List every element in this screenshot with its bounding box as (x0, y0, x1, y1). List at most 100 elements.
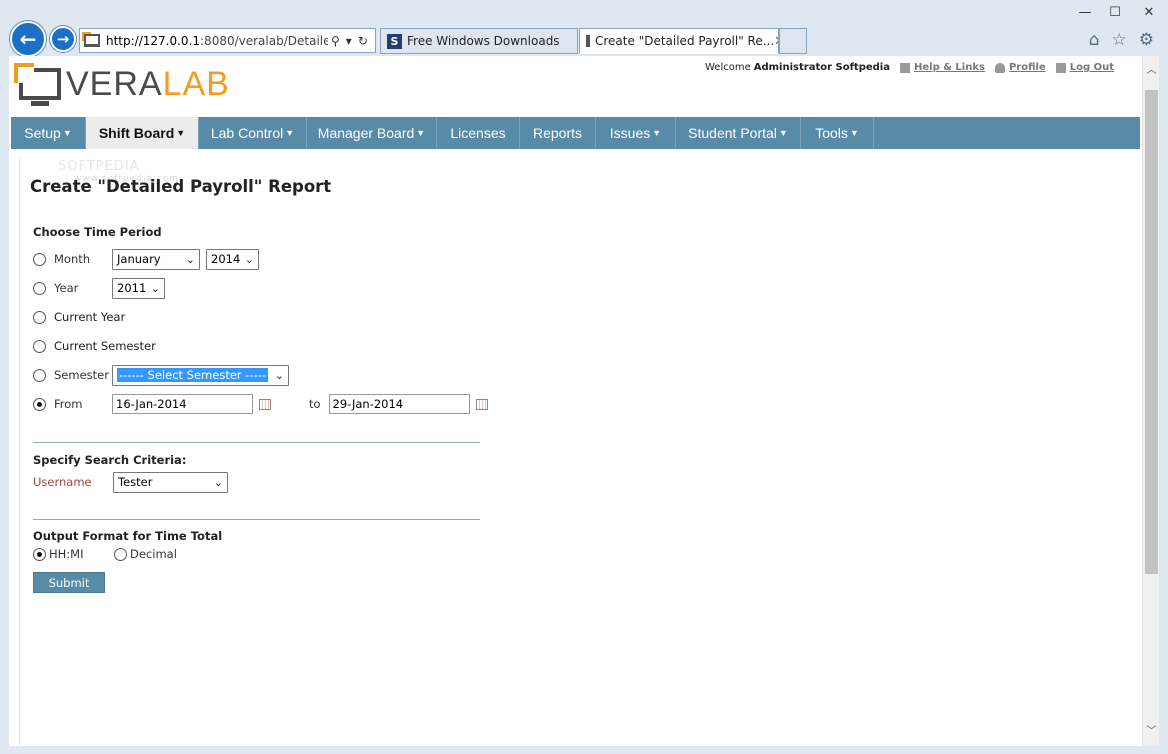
address-bar[interactable]: http://127.0.0.1:8080/veralab/DetailedPa… (79, 28, 376, 53)
period-heading: Choose Time Period (33, 225, 162, 239)
caret-down-icon: ▼ (652, 128, 662, 138)
forward-button[interactable]: → (50, 26, 76, 52)
nav-student-portal[interactable]: Student Portal ▼ (676, 117, 801, 149)
current-year-row: Current Year (33, 306, 125, 328)
current-year-radio[interactable] (33, 310, 46, 324)
page-title: Create "Detailed Payroll" Report (30, 177, 332, 196)
decimal-radio[interactable] (114, 547, 127, 561)
current-year-label: Current Year (54, 310, 126, 324)
search-icon[interactable]: ⚲ (331, 34, 340, 48)
current-semester-radio[interactable] (33, 339, 46, 353)
help-links-link[interactable]: Help & Links (899, 62, 985, 73)
main-nav: Setup ▼ Shift Board ▼ Lab Control ▼ Manager… (11, 117, 1140, 149)
month-year-select[interactable]: 2014 ⌄ (206, 248, 259, 270)
month-select[interactable]: January ⌄ (112, 248, 200, 270)
year-row: Year 2011 ⌄ (33, 277, 165, 299)
page-viewport: VERALAB Welcome Administrator Softpedia … (9, 56, 1159, 746)
submit-button[interactable]: Submit (33, 572, 105, 593)
calendar-icon[interactable] (259, 398, 271, 410)
semester-row: Semester ------ Select Semester ----- ⌄ (33, 364, 289, 386)
logout-icon (1055, 62, 1066, 73)
hhmi-label: HH:MI (49, 547, 84, 561)
profile-link[interactable]: Profile (994, 62, 1046, 73)
star-icon[interactable]: ☆ (1112, 30, 1127, 50)
monitor-logo-icon (14, 63, 61, 106)
from-date-input[interactable]: 16-Jan-2014 (112, 394, 253, 414)
from-label: From (54, 397, 83, 411)
back-button[interactable]: ← (10, 21, 46, 57)
close-window-button[interactable]: ✕ (1130, 0, 1168, 24)
to-date-input[interactable]: 29-Jan-2014 (328, 394, 470, 414)
username-label: Username (33, 475, 92, 489)
hhmi-radio[interactable] (33, 547, 46, 561)
caret-down-icon: ▼ (62, 128, 72, 138)
veralab-favicon-icon (586, 35, 590, 47)
chevron-down-icon: ⌄ (274, 368, 284, 382)
caret-down-icon: ▼ (778, 128, 788, 138)
semester-select[interactable]: ------ Select Semester ----- ⌄ (112, 364, 289, 386)
decimal-label: Decimal (130, 547, 177, 561)
dropdown-icon[interactable]: ▾ (346, 34, 352, 48)
new-tab-button[interactable] (779, 28, 807, 54)
arrow-left-icon: ← (19, 27, 37, 51)
softpedia-s-icon: S (387, 33, 402, 49)
tab-label: Create "Detailed Payroll" Re... (595, 34, 775, 48)
semester-radio[interactable] (33, 368, 46, 382)
logo-text-primary: VERA (66, 65, 163, 103)
year-select[interactable]: 2011 ⌄ (112, 277, 165, 299)
window-controls: — ☐ ✕ (1070, 0, 1168, 26)
month-radio[interactable] (33, 252, 46, 266)
nav-manager-board[interactable]: Manager Board ▼ (307, 117, 437, 149)
document-icon (899, 62, 910, 73)
veralab-page: VERALAB Welcome Administrator Softpedia … (9, 56, 1142, 746)
nav-issues[interactable]: Issues ▼ (596, 117, 676, 149)
chevron-up-icon[interactable]: ︿ (1143, 60, 1159, 77)
nav-licenses[interactable]: Licenses (437, 117, 520, 149)
nav-setup[interactable]: Setup ▼ (11, 117, 86, 149)
username-select[interactable]: Tester ⌄ (113, 471, 228, 493)
vertical-scrollbar[interactable]: ︿ ﹀ (1142, 56, 1159, 746)
gear-icon[interactable]: ⚙ (1139, 30, 1154, 50)
tab-free-windows-downloads[interactable]: S Free Windows Downloads (380, 28, 578, 54)
logo-text-accent: LAB (162, 65, 230, 103)
nav-tools[interactable]: Tools ▼ (801, 117, 874, 149)
caret-down-icon: ▼ (285, 128, 295, 138)
report-form: SOFTPEDIA www.softpedia.com Create "Detai… (19, 157, 1133, 746)
caret-down-icon: ▼ (176, 128, 186, 138)
output-format-row: HH:MI Decimal (33, 547, 177, 561)
user-bar: Welcome Administrator Softpedia Help & L… (705, 62, 1114, 73)
maximize-button[interactable]: ☐ (1100, 0, 1130, 24)
arrow-right-icon: → (56, 30, 70, 48)
caret-down-icon: ▼ (416, 128, 426, 138)
divider (33, 442, 480, 443)
minimize-button[interactable]: — (1070, 0, 1100, 24)
scroll-thumb[interactable] (1145, 90, 1158, 574)
output-heading: Output Format for Time Total (33, 529, 223, 543)
welcome-text: Welcome (704, 62, 751, 73)
calendar-icon[interactable] (475, 398, 488, 410)
nav-reports[interactable]: Reports (520, 117, 596, 149)
year-radio[interactable] (33, 281, 46, 295)
refresh-icon[interactable]: ↻ (358, 34, 368, 48)
month-label: Month (54, 252, 91, 266)
chevron-down-icon[interactable]: ﹀ (1143, 721, 1159, 738)
tab-label: Free Windows Downloads (407, 34, 560, 48)
logout-link[interactable]: Log Out (1055, 62, 1114, 73)
chevron-down-icon: ⌄ (150, 281, 160, 295)
veralab-logo[interactable]: VERALAB (14, 63, 230, 106)
home-icon[interactable]: ⌂ (1089, 30, 1100, 50)
to-label: to (309, 397, 321, 411)
month-row: Month January ⌄ 2014 ⌄ (33, 248, 259, 270)
nav-shift-board[interactable]: Shift Board ▼ (86, 117, 199, 149)
from-radio[interactable] (33, 397, 46, 411)
current-semester-label: Current Semester (54, 339, 156, 353)
user-icon (994, 62, 1005, 73)
nav-lab-control[interactable]: Lab Control ▼ (199, 117, 307, 149)
from-to-row: From 16-Jan-2014 to 29-Jan-2014 (33, 393, 488, 415)
tab-detailed-payroll[interactable]: Create "Detailed Payroll" Re... ✕ (579, 28, 779, 54)
chevron-down-icon: ⌄ (185, 252, 195, 266)
url-text[interactable]: http://127.0.0.1:8080/veralab/DetailedPa… (106, 34, 328, 48)
criteria-heading: Specify Search Criteria: (33, 453, 187, 467)
year-label: Year (54, 281, 79, 295)
chevron-down-icon: ⌄ (213, 475, 223, 489)
